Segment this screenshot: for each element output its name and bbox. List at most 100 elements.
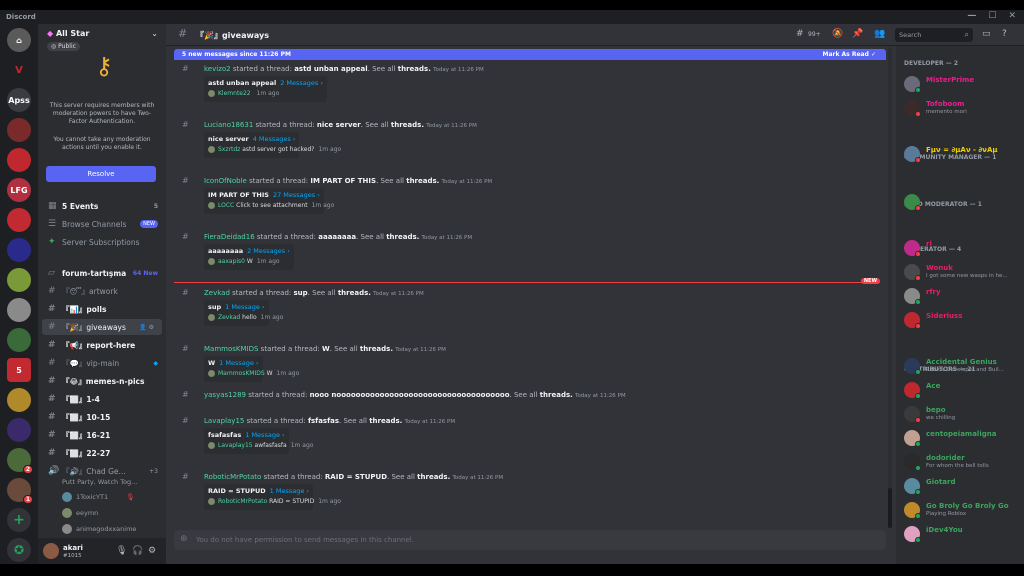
new-messages-bar[interactable]: 5 new messages since 11:26 PM Mark As Re…	[174, 49, 886, 60]
thread-message-count[interactable]: 2 Messages ›	[280, 79, 323, 87]
server-icon[interactable]	[7, 208, 31, 232]
server-icon[interactable]: 1	[7, 478, 33, 504]
close-button[interactable]: ✕	[1008, 11, 1016, 21]
thread-name[interactable]: sup	[294, 289, 308, 297]
thread-card[interactable]: RAID = STUPUD 1 Message › RoboticMrPotato …	[204, 484, 341, 510]
server-icon[interactable]	[7, 328, 31, 352]
mark-as-read-button[interactable]: Mark As Read ✓	[822, 51, 876, 58]
scrollbar-thumb[interactable]	[888, 488, 892, 528]
message-author[interactable]: FieraDeidad16	[204, 233, 255, 241]
events-item[interactable]: ▦ 5 Events 5	[38, 198, 166, 214]
member-item[interactable]: iDev4You	[904, 524, 1022, 544]
thread-name[interactable]: RAID = STUPUD	[325, 473, 387, 481]
explore-button[interactable]: ✪	[7, 538, 31, 562]
member-item[interactable]	[904, 192, 1022, 212]
thread-message-count[interactable]: 1 Message ›	[245, 431, 284, 439]
see-all-threads-link[interactable]: threads.	[398, 65, 431, 73]
channel-giveaways[interactable]: # 『🎉』giveaways 👤 ⚙	[42, 319, 162, 335]
member-item[interactable]: Sideriuss	[904, 310, 1022, 330]
thread-card[interactable]: sup 1 Message › Zevkad hello 1m ago	[204, 300, 283, 326]
see-all-threads-link[interactable]: threads.	[386, 233, 419, 241]
server-icon[interactable]: V	[7, 58, 31, 82]
thread-name[interactable]: IM PART OF THIS	[310, 177, 376, 185]
see-all-threads-link[interactable]: threads.	[369, 417, 402, 425]
channel-16-21[interactable]: # 『⬜』16-21	[38, 427, 166, 443]
channel-memes-n-pics[interactable]: # 『😂』memes-n-pics	[38, 373, 166, 389]
channel-10-15[interactable]: # 『⬜』10-15	[38, 409, 166, 425]
channel-forum-tartisma[interactable]: ▱ forum-tartışma 64 New	[38, 265, 166, 281]
member-item[interactable]: ri	[904, 238, 1022, 258]
see-all-threads-link[interactable]: threads.	[406, 177, 439, 185]
message-author[interactable]: RoboticMrPotato	[204, 473, 261, 481]
message-author[interactable]: Luciano18631	[204, 121, 253, 129]
avatar[interactable]	[43, 543, 59, 559]
see-all-threads-link[interactable]: threads.	[391, 121, 424, 129]
thread-name[interactable]: aaaaaaaa	[318, 233, 356, 241]
see-all-threads-link[interactable]: threads.	[540, 391, 573, 399]
gear-icon[interactable]: ⚙	[148, 546, 156, 556]
voice-user[interactable]: eeymn	[62, 508, 98, 518]
message-author[interactable]: Lavaplay15	[204, 417, 244, 425]
server-icon-5[interactable]: 5	[7, 358, 31, 382]
thread-name[interactable]: astd unban appeal	[294, 65, 367, 73]
thread-name[interactable]: nice server	[317, 121, 361, 129]
server-icon[interactable]	[7, 148, 31, 172]
thread-message-count[interactable]: 27 Messages ›	[273, 191, 320, 199]
member-item[interactable]: Tofoboom memento mori	[904, 98, 1022, 118]
server-icon[interactable]: 2	[7, 448, 33, 474]
channel-artwork[interactable]: # 『😴』artwork	[38, 283, 166, 299]
member-item[interactable]: MisterPrime	[904, 74, 1022, 94]
channel-polls[interactable]: # 『📊』polls	[38, 301, 166, 317]
gear-icon[interactable]: 👤 ⚙	[139, 324, 154, 331]
thread-card[interactable]: nice server 4 Messages › Sxzrtdz astd serv…	[204, 132, 341, 158]
member-item[interactable]: dodorider For whom the bell tolls	[904, 452, 1022, 472]
channel-report-here[interactable]: # 『📢』report-here	[38, 337, 166, 353]
member-item[interactable]: Wonuk I got some new wasps in he...	[904, 262, 1022, 282]
server-subscriptions-item[interactable]: ✦ Server Subscriptions	[38, 234, 166, 250]
home-button[interactable]: ⌂	[7, 28, 31, 52]
member-item[interactable]: Accidental Genius Roblox Developer and Bu…	[904, 356, 1022, 376]
channel-22-27[interactable]: # 『⬜』22-27	[38, 445, 166, 461]
server-icon[interactable]	[7, 418, 31, 442]
see-all-threads-link[interactable]: threads.	[417, 473, 450, 481]
thread-message-count[interactable]: 1 Message ›	[225, 303, 264, 311]
server-icon[interactable]	[7, 238, 31, 262]
pin-icon[interactable]: 📌	[852, 29, 863, 39]
thread-message-count[interactable]: 2 Messages ›	[247, 247, 290, 255]
server-icon[interactable]	[7, 388, 31, 412]
inbox-icon[interactable]: ▭	[982, 29, 991, 39]
browse-channels-item[interactable]: ☰ Browse Channels NEW	[38, 216, 166, 232]
threads-icon[interactable]: #	[796, 29, 804, 39]
thread-card[interactable]: W1 Message › MammosKMIDS W 1m ago	[204, 356, 299, 382]
resolve-button[interactable]: Resolve	[46, 166, 156, 182]
channel-vip-main[interactable]: # 『💬』vip-main ◆	[38, 355, 166, 371]
message-author[interactable]: Zevkad	[204, 289, 230, 297]
scrollbar[interactable]	[888, 48, 892, 528]
thread-card[interactable]: astd unban appeal 2 Messages › Klemnte22 1…	[204, 76, 327, 102]
thread-message-count[interactable]: 1 Message ›	[270, 487, 309, 495]
channel-1-4[interactable]: # 『⬜』1-4	[38, 391, 166, 407]
chevron-down-icon[interactable]: ⌄	[151, 29, 158, 38]
message-author[interactable]: kevizo2	[204, 65, 231, 73]
server-icon-apss[interactable]: Apss	[7, 88, 31, 112]
thread-card[interactable]: aaaaaaaa 2 Messages › aaxapis0 W 1m ago	[204, 244, 294, 270]
voice-user[interactable]: animegodxxanime	[62, 524, 136, 534]
member-item[interactable]: Go Broly Go Broly Go Playing Roblox	[904, 500, 1022, 520]
member-item[interactable]: Giotard	[904, 476, 1022, 496]
thread-message-count[interactable]: 4 Messages ›	[253, 135, 296, 143]
thread-message-count[interactable]: 1 Message ›	[219, 359, 258, 367]
member-item[interactable]: Fμν = ∂μAν - ∂νAμ	[904, 144, 1022, 164]
member-item[interactable]: Ace	[904, 380, 1022, 400]
headphones-icon[interactable]: 🎧	[132, 546, 143, 556]
thread-card[interactable]: fsafasfas 1 Message › Lavaplay15 awfasfasf…	[204, 428, 313, 454]
voice-channel-chad[interactable]: 🔊 『🔊』Chad Ge... +3	[38, 463, 166, 479]
server-icon[interactable]	[7, 118, 31, 142]
thread-name[interactable]: W	[322, 345, 330, 353]
search-input[interactable]: Search ⌕	[895, 28, 973, 42]
message-author[interactable]: MammosKMIDS	[204, 345, 258, 353]
member-item[interactable]: bepo we chilling	[904, 404, 1022, 424]
thread-name[interactable]: fsfasfas	[308, 417, 339, 425]
thread-card[interactable]: IM PART OF THIS 27 Messages › LOCC Click t…	[204, 188, 334, 214]
server-icon-lfg[interactable]: LFG	[7, 178, 31, 202]
members-icon[interactable]: 👥	[874, 29, 885, 39]
